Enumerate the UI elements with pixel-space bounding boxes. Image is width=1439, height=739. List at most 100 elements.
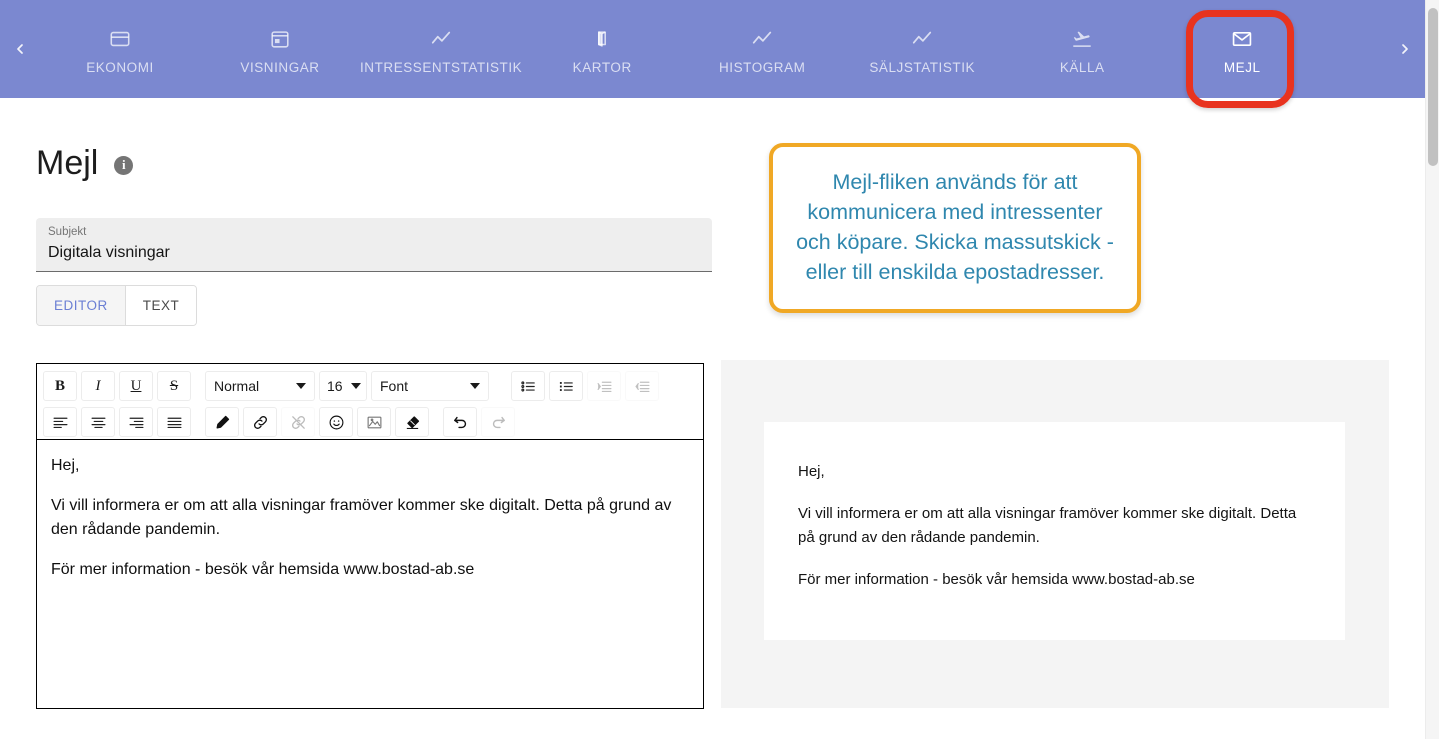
subject-input[interactable]: Subjekt Digitala visningar: [36, 218, 712, 272]
font-size-value: 16: [327, 378, 343, 394]
toolbar-row-2: [43, 406, 697, 438]
remove-link-button[interactable]: [281, 407, 315, 437]
font-size-select[interactable]: 16: [319, 371, 367, 401]
emoji-button[interactable]: [319, 407, 353, 437]
rich-text-editor: B I U S Normal 16 Font Hej, Vi vill info…: [36, 363, 704, 711]
email-preview-card: Hej, Vi vill informera er om att alla vi…: [764, 422, 1345, 640]
italic-glyph: I: [95, 377, 101, 394]
nav-tab-ti[interactable]: TI: [1322, 0, 1385, 98]
indent-increase-icon: [596, 378, 613, 395]
indent-decrease-icon: [634, 378, 651, 395]
undo-button[interactable]: [443, 407, 477, 437]
chevron-down-icon: [351, 383, 361, 389]
block-format-value: Normal: [214, 378, 260, 394]
page-content: Mejl i Subjekt Digitala visningar EDITOR…: [0, 98, 1425, 739]
nav-scroll-left-button[interactable]: [0, 0, 40, 98]
nav-tab-label: KÄLLA: [1059, 60, 1105, 75]
italic-button[interactable]: I: [81, 371, 115, 401]
info-icon[interactable]: i: [114, 155, 134, 175]
block-format-select[interactable]: Normal: [205, 371, 315, 401]
tab-editor[interactable]: EDITOR: [37, 286, 126, 325]
nav-tab-ekonomi[interactable]: EKONOMI: [40, 0, 200, 98]
align-right-icon: [128, 414, 145, 431]
link-icon: [252, 414, 269, 431]
align-left-icon: [52, 414, 69, 431]
editor-paragraph: Hej,: [51, 457, 80, 474]
font-family-select[interactable]: Font: [371, 371, 489, 401]
bold-button[interactable]: B: [43, 371, 77, 401]
align-right-button[interactable]: [119, 407, 153, 437]
mail-icon: [1230, 27, 1254, 51]
nav-tab-label: INTRESSENTSTATISTIK: [360, 60, 523, 75]
align-center-icon: [90, 414, 107, 431]
chevron-down-icon: [296, 383, 306, 389]
preview-paragraph: Vi vill informera er om att alla visning…: [798, 505, 1297, 546]
chevron-left-icon: [12, 41, 28, 57]
tab-text[interactable]: TEXT: [125, 286, 197, 325]
editor-mode-toggle: EDITOR TEXT: [36, 285, 198, 326]
editor-toolbar: B I U S Normal 16 Font: [36, 363, 704, 439]
nav-tab-list: EKONOMI VISNINGAR INTRESSENTSTATISTIK KA…: [40, 0, 1385, 98]
subject-value: Digitala visningar: [48, 244, 170, 261]
credit-card-icon: [108, 27, 132, 51]
ordered-list-icon: [520, 378, 537, 395]
font-family-value: Font: [380, 378, 409, 394]
page-scrollbar-track[interactable]: [1425, 0, 1439, 739]
nav-scroll-right-button[interactable]: [1385, 0, 1425, 98]
chevron-down-icon: [470, 383, 480, 389]
annotation-callout-text: Mejl-fliken används för att kommunicera …: [796, 170, 1114, 284]
top-navigation-bar: EKONOMI VISNINGAR INTRESSENTSTATISTIK KA…: [0, 0, 1425, 98]
nav-tab-label: HISTOGRAM: [718, 60, 806, 75]
nav-tab-label: SÄLJSTATISTIK: [869, 60, 976, 75]
nav-tab-mejl[interactable]: MEJL: [1162, 0, 1322, 98]
align-left-button[interactable]: [43, 407, 77, 437]
annotation-callout: Mejl-fliken används för att kommunicera …: [769, 143, 1141, 313]
chevron-right-icon: [1397, 41, 1413, 57]
app-root: EKONOMI VISNINGAR INTRESSENTSTATISTIK KA…: [0, 0, 1439, 739]
bold-glyph: B: [54, 377, 65, 394]
page-scrollbar-thumb[interactable]: [1428, 8, 1438, 166]
strikethrough-button[interactable]: S: [157, 371, 191, 401]
undo-icon: [452, 414, 469, 431]
eraser-icon: [404, 414, 421, 431]
nav-tab-intressentstatistik[interactable]: INTRESSENTSTATISTIK: [360, 0, 522, 98]
nav-tab-kartor[interactable]: KARTOR: [522, 0, 682, 98]
emoji-icon: [328, 414, 345, 431]
align-justify-button[interactable]: [157, 407, 191, 437]
underline-button[interactable]: U: [119, 371, 153, 401]
insert-image-button[interactable]: [357, 407, 391, 437]
redo-button[interactable]: [481, 407, 515, 437]
trending-up-icon: [750, 27, 774, 51]
indent-increase-button[interactable]: [587, 371, 621, 401]
nav-tab-label: KARTOR: [572, 60, 632, 75]
text-color-button[interactable]: [205, 407, 239, 437]
bullet-list-button[interactable]: [549, 371, 583, 401]
image-icon: [366, 414, 383, 431]
nav-tab-saljstatistik[interactable]: SÄLJSTATISTIK: [842, 0, 1002, 98]
nav-tab-label: EKONOMI: [86, 60, 154, 75]
email-preview-panel: Hej, Vi vill informera er om att alla vi…: [721, 360, 1389, 708]
nav-tab-kalla[interactable]: KÄLLA: [1002, 0, 1162, 98]
nav-tab-histogram[interactable]: HISTOGRAM: [682, 0, 842, 98]
nav-tab-visningar[interactable]: VISNINGAR: [200, 0, 360, 98]
pen-icon: [214, 414, 231, 431]
page-title: Mejl: [36, 144, 99, 182]
editor-paragraph: Vi vill informera er om att alla visning…: [51, 497, 672, 538]
underline-glyph: U: [130, 377, 142, 394]
flight-land-icon: [1070, 27, 1094, 51]
preview-paragraph: Hej,: [798, 463, 825, 480]
nav-tab-label: VISNINGAR: [240, 60, 320, 75]
editor-content-area[interactable]: Hej, Vi vill informera er om att alla vi…: [36, 439, 704, 709]
subject-label: Subjekt: [48, 226, 87, 238]
indent-decrease-button[interactable]: [625, 371, 659, 401]
strikethrough-glyph: S: [169, 377, 179, 394]
clear-format-button[interactable]: [395, 407, 429, 437]
calendar-icon: [268, 27, 292, 51]
trending-up-icon: [429, 27, 453, 51]
preview-paragraph: För mer information - besök vår hemsida …: [798, 571, 1195, 588]
nav-tab-label: MEJL: [1223, 60, 1261, 75]
insert-link-button[interactable]: [243, 407, 277, 437]
align-center-button[interactable]: [81, 407, 115, 437]
redo-icon: [490, 414, 507, 431]
ordered-list-button[interactable]: [511, 371, 545, 401]
